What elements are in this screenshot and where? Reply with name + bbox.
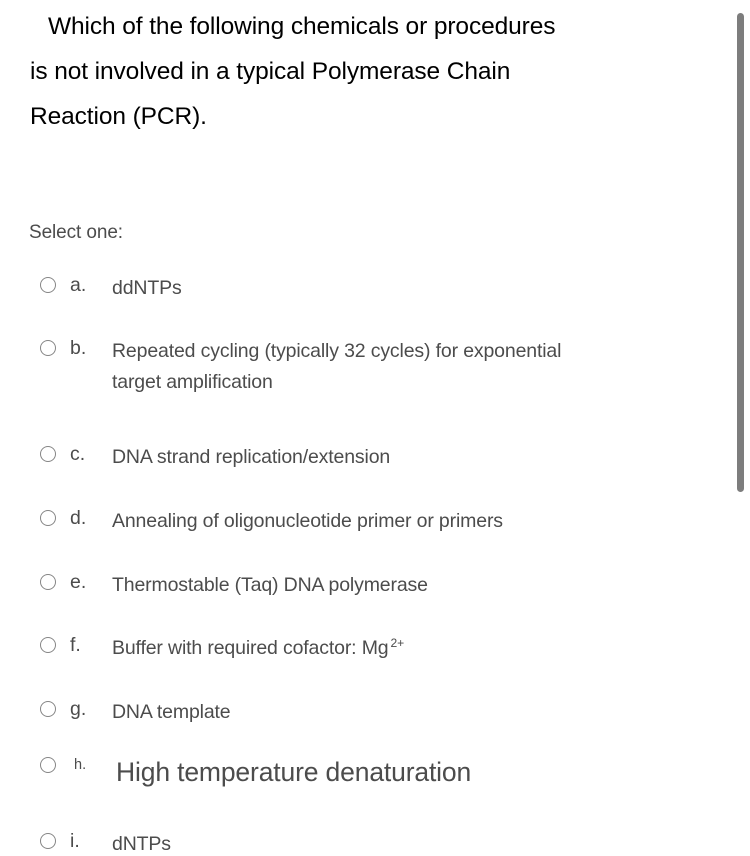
option-row-i[interactable]: i. dNTPs <box>40 829 740 856</box>
option-letter-h: h. <box>74 757 87 773</box>
option-row-g[interactable]: g. DNA template <box>40 697 740 728</box>
question-stem: Which of the following chemicals or proc… <box>30 4 720 139</box>
scrollbar-thumb[interactable] <box>737 13 744 492</box>
option-letter-d: d. <box>70 507 87 529</box>
option-letter-b: b. <box>70 337 87 359</box>
radio-button-d[interactable] <box>40 510 56 526</box>
option-letter-c: c. <box>70 443 86 465</box>
option-text-g: DNA template <box>112 701 231 723</box>
option-text-e: Thermostable (Taq) DNA polymerase <box>112 574 428 596</box>
vertical-scrollbar[interactable] <box>736 0 750 856</box>
radio-button-e[interactable] <box>40 574 56 590</box>
option-row-f[interactable]: f. Buffer with required cofactor: Mg 2+ <box>40 633 740 664</box>
select-one-label: Select one: <box>29 222 123 243</box>
option-row-d[interactable]: d. Annealing of oligonucleotide primer o… <box>40 506 740 537</box>
quiz-question-page: Which of the following chemicals or proc… <box>0 0 750 856</box>
radio-button-b[interactable] <box>40 340 56 356</box>
question-line-3: Reaction (PCR). <box>30 103 207 130</box>
option-text-f-main: Buffer with required cofactor: Mg <box>112 637 389 659</box>
question-line-2: is not involved in a typical Polymerase … <box>30 58 511 85</box>
option-letter-i: i. <box>70 830 80 852</box>
option-f-superscript: 2+ <box>390 635 405 650</box>
option-row-c[interactable]: c. DNA strand replication/extension <box>40 442 740 473</box>
question-line-1: Which of the following chemicals or proc… <box>48 13 556 40</box>
option-text-c: DNA strand replication/extension <box>112 446 391 468</box>
option-letter-e: e. <box>70 571 87 593</box>
option-text-i: dNTPs <box>112 833 171 855</box>
radio-button-f[interactable] <box>40 637 56 653</box>
option-letter-a: a. <box>70 274 87 296</box>
option-text-h: High temperature denaturation <box>116 757 472 787</box>
option-row-a[interactable]: a. ddNTPs <box>40 273 740 304</box>
option-text-f: Buffer with required cofactor: Mg 2+ <box>112 633 740 664</box>
radio-button-g[interactable] <box>40 701 56 717</box>
option-row-e[interactable]: e. Thermostable (Taq) DNA polymerase <box>40 570 740 601</box>
option-text-a: ddNTPs <box>112 277 182 299</box>
option-text-b: Repeated cycling (typically 32 cycles) f… <box>112 340 562 393</box>
radio-button-i[interactable] <box>40 833 56 849</box>
radio-button-c[interactable] <box>40 446 56 462</box>
option-letter-f: f. <box>70 634 81 656</box>
radio-button-h[interactable] <box>40 757 56 773</box>
option-row-h[interactable]: h. High temperature denaturation <box>40 755 740 789</box>
radio-button-a[interactable] <box>40 277 56 293</box>
option-letter-g: g. <box>70 698 87 720</box>
option-text-d: Annealing of oligonucleotide primer or p… <box>112 510 503 532</box>
option-row-b[interactable]: b. Repeated cycling (typically 32 cycles… <box>40 336 740 398</box>
